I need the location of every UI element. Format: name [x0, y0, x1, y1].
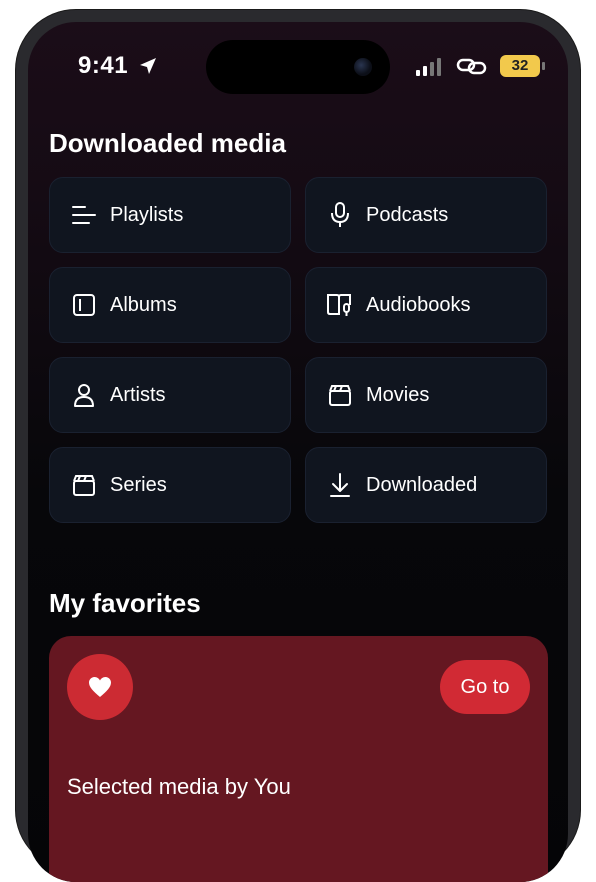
tile-artists[interactable]: Artists: [49, 357, 291, 433]
battery-icon: 32: [500, 55, 545, 77]
tile-albums[interactable]: Albums: [49, 267, 291, 343]
list-icon: [70, 201, 98, 229]
tile-label: Movies: [366, 383, 430, 406]
downloaded-media-title: Downloaded media: [49, 128, 286, 158]
my-favorites-title: My favorites: [49, 588, 201, 618]
tile-playlists[interactable]: Playlists: [49, 177, 291, 253]
favorites-card[interactable]: Go to Selected media by You: [49, 636, 548, 882]
link-icon: [456, 58, 487, 75]
microphone-icon: [326, 201, 354, 229]
tile-label: Albums: [110, 293, 177, 316]
camera-icon: [354, 58, 372, 76]
tile-label: Podcasts: [366, 203, 449, 226]
dynamic-island: [206, 40, 390, 94]
tile-movies[interactable]: Movies: [305, 357, 547, 433]
tile-label: Downloaded: [366, 473, 478, 496]
tile-label: Playlists: [110, 203, 184, 226]
status-time: 9:41: [78, 52, 129, 79]
go-to-button[interactable]: Go to: [440, 660, 530, 714]
tile-podcasts[interactable]: Podcasts: [305, 177, 547, 253]
tile-downloaded[interactable]: Downloaded: [305, 447, 547, 523]
tile-label: Artists: [110, 383, 166, 406]
tile-label: Audiobooks: [366, 293, 471, 316]
app-screen: 9:41 32 Downloaded media Playlists Podca…: [28, 22, 568, 882]
album-icon: [70, 291, 98, 319]
download-icon: [326, 471, 354, 499]
location-arrow-icon: [140, 58, 156, 74]
heart-icon: [67, 654, 133, 720]
favorites-caption: Selected media by You: [67, 774, 291, 799]
person-icon: [70, 381, 98, 409]
signal-bars-icon: [416, 58, 441, 76]
clapperboard-icon: [70, 471, 98, 499]
tile-label: Series: [110, 473, 167, 496]
tile-series[interactable]: Series: [49, 447, 291, 523]
clapperboard-icon: [326, 381, 354, 409]
audiobook-icon: [326, 291, 354, 319]
tile-audiobooks[interactable]: Audiobooks: [305, 267, 547, 343]
